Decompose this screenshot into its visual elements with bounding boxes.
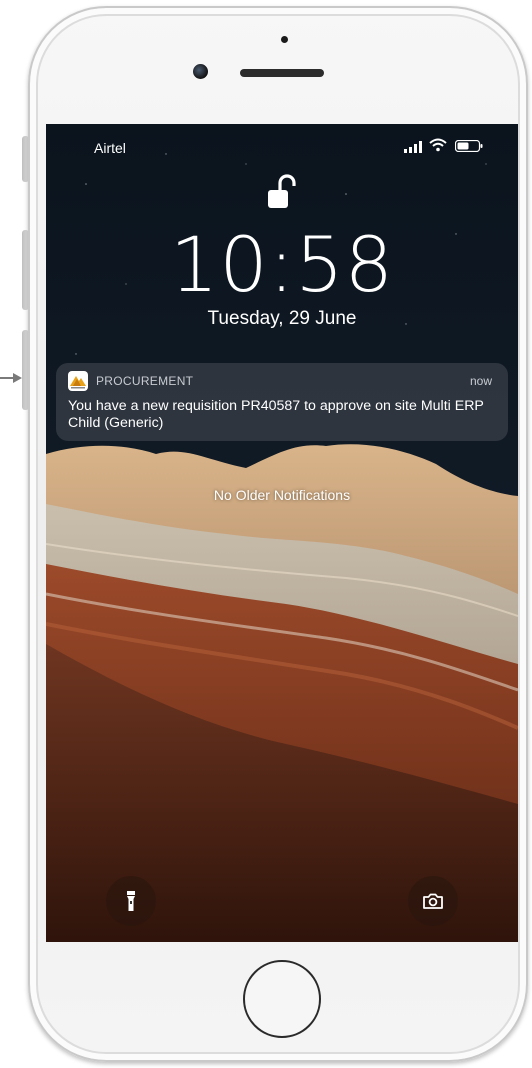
wifi-icon xyxy=(429,138,447,152)
earpiece-speaker xyxy=(240,69,324,77)
flashlight-button[interactable] xyxy=(106,876,156,926)
lock-screen: Airtel 10:58 Tuesday, 29 June PROCUREMEN… xyxy=(46,124,518,942)
camera-icon xyxy=(423,893,443,909)
front-camera xyxy=(193,64,208,79)
lock-screen-time: 10:58 xyxy=(169,220,395,309)
proximity-sensor xyxy=(281,36,288,43)
notification-time: now xyxy=(469,374,492,388)
camera-button[interactable] xyxy=(408,876,458,926)
status-bar: Airtel xyxy=(46,124,518,164)
battery-icon xyxy=(455,140,483,152)
signal-bars-icon xyxy=(404,141,422,153)
procurement-app-icon xyxy=(68,371,88,391)
notification-message: You have a new requisition PR40587 to ap… xyxy=(68,398,484,431)
flashlight-icon xyxy=(127,891,135,911)
no-older-notifications-label: No Older Notifications xyxy=(213,487,351,503)
unlocked-padlock-icon xyxy=(268,174,296,208)
home-button[interactable] xyxy=(243,960,321,1038)
pointer-arrow-icon xyxy=(0,373,22,383)
lock-screen-date: Tuesday, 29 June xyxy=(207,308,357,329)
carrier-name: Airtel xyxy=(94,140,126,156)
notification-app-name: PROCUREMENT xyxy=(96,374,194,388)
notification-card[interactable]: PROCUREMENT now You have a new requisiti… xyxy=(56,363,508,441)
